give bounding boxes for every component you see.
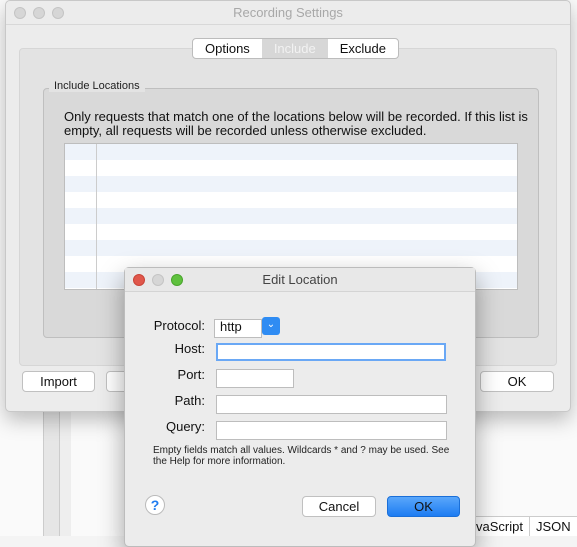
protocol-label: Protocol: (153, 318, 205, 333)
column-divider[interactable] (96, 144, 97, 289)
close-button[interactable] (133, 274, 145, 286)
host-label: Host: (174, 341, 205, 356)
tab-exclude[interactable]: Exclude (328, 39, 398, 58)
tab-include[interactable]: Include (261, 39, 328, 58)
ok-button[interactable]: OK (387, 496, 460, 517)
path-label: Path: (174, 393, 205, 408)
help-note: Empty fields match all values. Wildcards… (153, 445, 450, 467)
port-input[interactable] (216, 369, 294, 388)
ok-button[interactable]: OK (480, 371, 554, 392)
minimize-button[interactable] (33, 7, 45, 19)
description-text: Only requests that match one of the loca… (64, 109, 528, 138)
edit-location-dialog: Edit Location Protocol: http ⌄ Host: Por… (124, 267, 476, 547)
chevron-down-icon[interactable]: ⌄ (262, 317, 280, 335)
tab-json[interactable]: JSON (530, 517, 577, 536)
background-column (43, 400, 59, 536)
tab-javascript[interactable]: vaScript (470, 517, 530, 536)
zoom-button[interactable] (171, 274, 183, 286)
help-button[interactable]: ? (145, 495, 165, 515)
protocol-select[interactable]: http (214, 319, 262, 338)
tab-bar: Options Include Exclude (192, 38, 399, 59)
close-button[interactable] (14, 7, 26, 19)
zoom-button[interactable] (52, 7, 64, 19)
query-input[interactable] (216, 421, 447, 440)
group-label: Include Locations (49, 80, 145, 92)
query-label: Query: (165, 419, 205, 434)
path-input[interactable] (216, 395, 447, 414)
host-input[interactable] (216, 343, 446, 361)
background-column (59, 400, 71, 536)
minimize-button[interactable] (152, 274, 164, 286)
port-label: Port: (177, 367, 205, 382)
background-tab-bar: vaScript JSON (470, 516, 577, 536)
cancel-button[interactable]: Cancel (302, 496, 376, 517)
window-title: Recording Settings (6, 1, 570, 25)
import-button[interactable]: Import (22, 371, 95, 392)
tab-options[interactable]: Options (193, 39, 262, 58)
